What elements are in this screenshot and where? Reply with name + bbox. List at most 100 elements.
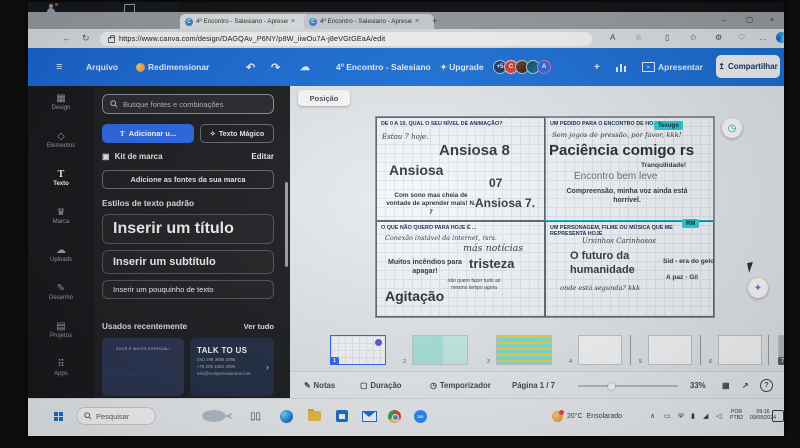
browser-tab-2[interactable]: C 4º Encontro - Salesiano - Apresen × (304, 14, 434, 29)
sidebar-item-elements[interactable]: ◇Elementos (28, 130, 94, 164)
read-aloud-icon[interactable]: A (610, 33, 615, 42)
add-text-button[interactable]: T Adicionar u... (102, 124, 194, 143)
sidebar-item-brand[interactable]: ♛Marca (28, 206, 94, 240)
share-button[interactable]: ↥ Compartilhar (716, 55, 780, 78)
maximize-window-button[interactable]: ▢ (746, 15, 753, 24)
grid-view-icon[interactable]: ▦ (722, 372, 729, 399)
close-window-button[interactable]: × (770, 15, 774, 24)
notification-center-icon[interactable] (772, 399, 784, 433)
copilot-icon[interactable] (776, 32, 784, 43)
sidebar-item-draw[interactable]: ✎Desenho (28, 282, 94, 316)
present-button[interactable]: ▸ Apresentar (642, 48, 703, 86)
insert-title-button[interactable]: Inserir um título (102, 214, 274, 244)
zoom-slider[interactable] (578, 385, 678, 387)
hamburger-menu-icon[interactable]: ≡ (56, 48, 62, 86)
design-text[interactable]: Encontro bem leve (574, 171, 657, 182)
mail-icon[interactable] (362, 399, 377, 433)
design-text[interactable]: tristeza (469, 256, 515, 271)
quadrant-header[interactable]: UM PEDIDO PARA O ENCONTRO DE HOJE ... (550, 121, 708, 127)
design-text[interactable]: Ansiosa (389, 162, 443, 178)
redo-icon[interactable]: ↷ (271, 48, 280, 86)
quadrant-request-today[interactable]: UM PEDIDO PARA O ENCONTRO DE HOJE ... Se… (545, 117, 714, 221)
design-text[interactable]: A paz - Gil (666, 274, 698, 281)
page-thumbnail-5[interactable]: 5 (648, 335, 692, 365)
insights-chart-icon[interactable] (616, 48, 626, 86)
design-page[interactable]: DE 0 A 10, QUAL O SEU NÍVEL DE ANIMAÇÃO?… (375, 116, 715, 318)
sidebar-item-apps[interactable]: ⠿Apps (28, 358, 94, 392)
file-explorer-icon[interactable] (308, 399, 321, 433)
resize-button[interactable]: Redimensionar (136, 48, 209, 86)
file-menu-button[interactable]: Arquivo (86, 48, 118, 86)
refresh-icon[interactable]: ↻ (82, 33, 90, 44)
weather-widget[interactable]: 20°C Ensolarado (552, 399, 622, 433)
quadrant-header[interactable]: UM PERSONAGEM, FILME OU MÚSICA QUE ME RE… (550, 225, 690, 237)
edit-brand-kit-link[interactable]: Editar (251, 152, 274, 161)
avatar[interactable]: A (537, 60, 551, 74)
page-thumbnail-7[interactable]: 7 ∅ (778, 335, 784, 365)
chevron-right-icon[interactable]: › (266, 362, 269, 372)
design-text[interactable]: O futuro da humanidade (570, 250, 662, 278)
volume-icon[interactable]: ◁ (716, 399, 722, 433)
back-icon[interactable]: ← (62, 33, 71, 43)
zoom-slider-knob[interactable] (608, 383, 615, 390)
task-view-icon[interactable]: ▯▯ (250, 399, 261, 433)
duration-button[interactable]: ▢ Duração (360, 372, 402, 399)
quadrant-character-movie-song[interactable]: UM PERSONAGEM, FILME OU MÚSICA QUE ME RE… (545, 221, 714, 317)
collections-icon[interactable]: ✩ (690, 33, 697, 42)
design-text[interactable]: Ansiosa 7. (475, 196, 535, 210)
magic-text-button[interactable]: ✧ Texto Mágico (200, 124, 274, 143)
browser-tab-1[interactable]: C 4º Encontro - Salesiano - Apresen × (180, 14, 310, 29)
design-text[interactable]: Muitos incêndios para apagar! (387, 258, 463, 276)
design-text[interactable]: Com sono mas cheia de vontade de aprende… (385, 192, 477, 217)
quadrant-header[interactable]: O QUE NÃO QUERO PARA HOJE É ... (381, 225, 539, 231)
timer-button[interactable]: ◷ Temporizador (430, 372, 491, 399)
undo-icon[interactable]: ↶ (246, 48, 255, 86)
add-brand-fonts-button[interactable]: Adicione as fontes da sua marca (102, 170, 274, 189)
design-text[interactable]: onde está segunda? kkk (560, 284, 640, 292)
document-title[interactable]: 4º Encontro - Salesiano (336, 48, 431, 86)
page-thumbnail-4[interactable]: 4 (578, 335, 622, 365)
notes-button[interactable]: ✎ Notas (304, 372, 335, 399)
url-field[interactable]: https://www.canva.com/design/DAGQAv_P6NY… (100, 32, 592, 46)
start-button[interactable] (54, 399, 63, 433)
assistant-button[interactable]: ✦ (748, 278, 768, 298)
design-text[interactable]: Paciência comigo rs (549, 142, 694, 159)
design-text[interactable]: más notícias (463, 243, 523, 254)
design-text[interactable]: não quero fazer tudo ao mesmo tempo agor… (439, 278, 509, 291)
new-tab-button[interactable]: + (432, 16, 437, 26)
quadrant-header[interactable]: DE 0 A 10, QUAL O SEU NÍVEL DE ANIMAÇÃO? (381, 121, 539, 127)
design-text[interactable]: Compreensão, minha voz ainda está horrív… (564, 187, 690, 205)
insert-subtitle-button[interactable]: Inserir um subtítulo (102, 250, 274, 274)
quadrant-animation-level[interactable]: DE 0 A 10, QUAL O SEU NÍVEL DE ANIMAÇÃO?… (376, 117, 545, 221)
extensions-icon[interactable]: ⚙ (715, 33, 722, 42)
fullscreen-icon[interactable]: ↗ (742, 372, 749, 399)
add-collaborator-icon[interactable]: + (594, 48, 600, 86)
sidebar-item-uploads[interactable]: ☁Uploads (28, 244, 94, 278)
mic-icon[interactable]: Ψ (678, 399, 685, 433)
minimize-window-button[interactable]: – (722, 15, 726, 24)
help-button[interactable]: ? (760, 372, 773, 399)
template-card-birthday[interactable]: VOCÊ É MUITO ESPECIAL! Feliz aniversário… (102, 338, 184, 396)
language-indicator[interactable]: PORPTB2 (730, 399, 743, 433)
collaborator-avatars[interactable]: +5 C A (496, 48, 551, 86)
design-text[interactable]: Agitação (385, 288, 444, 304)
see-all-link[interactable]: Ver tudo (244, 322, 274, 331)
favorites-icon[interactable]: ☆ (635, 33, 642, 42)
sidebar-icon[interactable]: ▯ (665, 33, 669, 42)
laptop-icon[interactable]: ▭ (664, 399, 672, 433)
chrome-icon[interactable] (388, 399, 401, 433)
design-text[interactable]: 07 (489, 176, 502, 190)
design-text[interactable]: Tranquilidade! (641, 162, 686, 169)
quadrant-dont-want-today[interactable]: O QUE NÃO QUERO PARA HOJE É ... Conexão … (376, 221, 545, 317)
browser-essentials-icon[interactable]: ♡ (738, 33, 745, 42)
zoom-level[interactable]: 33% (690, 372, 706, 399)
design-text[interactable]: Conexão instável da internet, rsrs. (385, 234, 497, 242)
font-search-input[interactable]: Busque fontes e combinações (102, 94, 274, 114)
close-tab-icon[interactable]: × (291, 18, 295, 25)
zoom-app-icon[interactable]: zm (414, 399, 427, 433)
network-icon[interactable]: ◢ (703, 399, 709, 433)
sidebar-item-design[interactable]: ▦Design (28, 92, 94, 126)
upgrade-button[interactable]: ✦ Upgrade (440, 48, 484, 86)
more-options-icon[interactable]: … (759, 33, 767, 42)
store-icon[interactable] (336, 399, 348, 433)
